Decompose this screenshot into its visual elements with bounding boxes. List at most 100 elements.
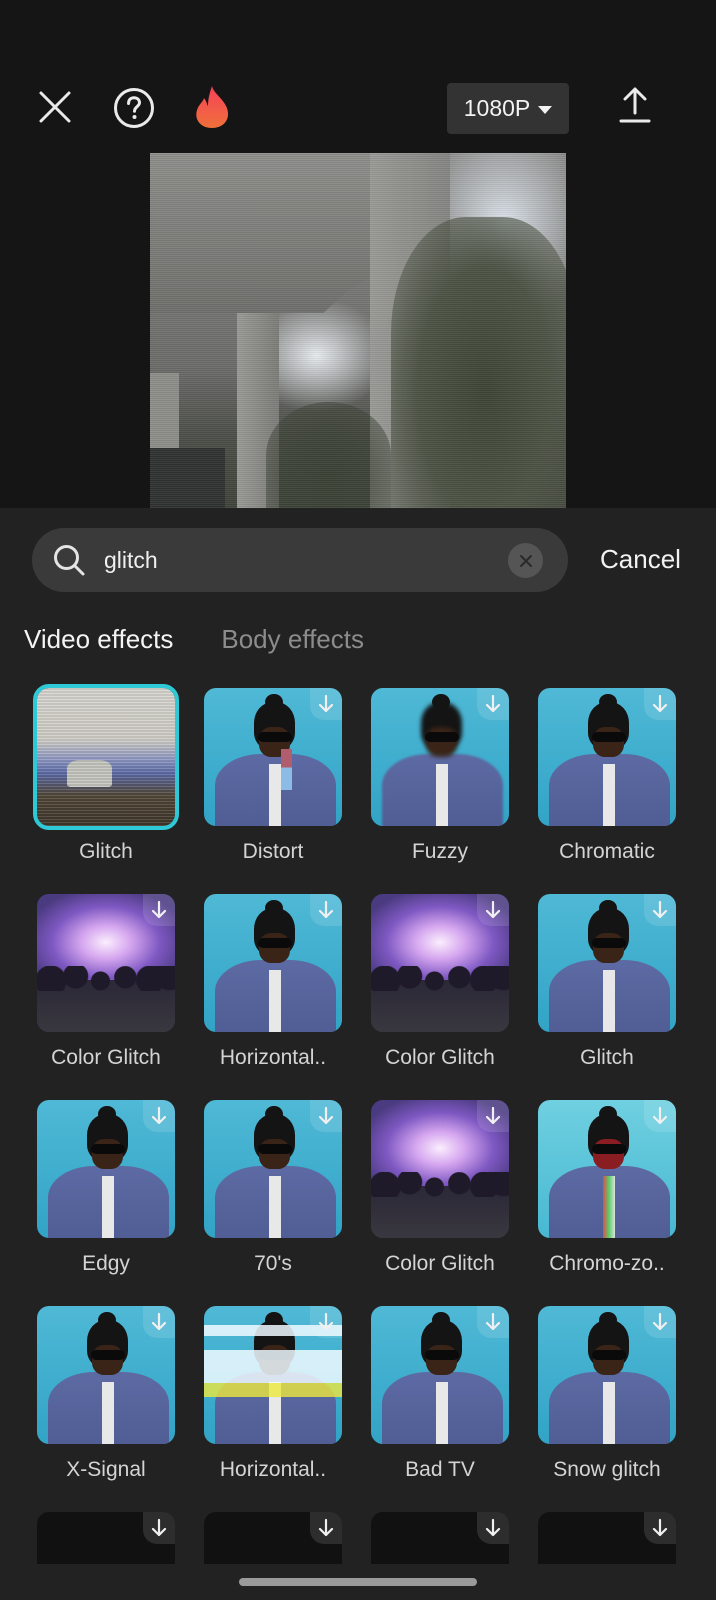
- resolution-label: 1080P: [463, 95, 531, 121]
- upload-icon: [619, 87, 651, 123]
- effect-label: Color Glitch: [385, 1252, 495, 1275]
- effect-label: Edgy: [82, 1252, 130, 1275]
- effect-item[interactable]: Chromo-zo..: [538, 1100, 676, 1306]
- thumb-bun: [97, 1311, 116, 1329]
- effect-item[interactable]: Glitch: [538, 894, 676, 1100]
- close-button[interactable]: [34, 86, 76, 128]
- thumb-bun: [97, 1105, 116, 1123]
- download-badge: [143, 1100, 175, 1132]
- download-badge: [477, 1100, 509, 1132]
- effect-item[interactable]: X-Signal: [37, 1306, 175, 1512]
- thumb-tee: [101, 1381, 115, 1444]
- effect-item[interactable]: Snow glitch: [538, 1306, 676, 1512]
- download-icon: [151, 1312, 167, 1331]
- fire-icon: [196, 86, 229, 128]
- thumb-bun: [264, 693, 283, 711]
- cancel-button[interactable]: Cancel: [600, 544, 681, 575]
- search-icon: [54, 545, 85, 576]
- trending-button[interactable]: [192, 84, 232, 130]
- effect-thumbnail: [37, 1306, 175, 1444]
- effect-item-loading[interactable]: [371, 1512, 509, 1572]
- effects-grid-next-row: [37, 1512, 679, 1572]
- thumb-tee: [268, 763, 282, 826]
- clear-search-button[interactable]: [508, 543, 543, 578]
- effect-item[interactable]: Horizontal..: [204, 894, 342, 1100]
- effect-item[interactable]: Horizontal..: [204, 1306, 342, 1512]
- effect-item[interactable]: Glitch: [33, 684, 179, 894]
- effect-thumbnail: [371, 688, 509, 826]
- effect-thumbnail: [371, 894, 509, 1032]
- thumb-tee: [602, 763, 616, 826]
- effect-thumbnail: [371, 1306, 509, 1444]
- download-icon: [652, 1312, 668, 1331]
- download-badge: [310, 1100, 342, 1132]
- effect-item-loading[interactable]: [204, 1512, 342, 1572]
- thumb-bun: [598, 899, 617, 917]
- effect-item[interactable]: Chromatic: [538, 688, 676, 894]
- download-badge: [477, 688, 509, 720]
- download-icon: [318, 694, 334, 713]
- tab-body-effects[interactable]: Body effects: [221, 624, 364, 655]
- effect-thumbnail: [204, 1100, 342, 1238]
- thumb-bun: [264, 1105, 283, 1123]
- effect-item[interactable]: Edgy: [37, 1100, 175, 1306]
- effect-item[interactable]: 70's: [204, 1100, 342, 1306]
- effect-label: Chromo-zo..: [549, 1252, 665, 1275]
- thumb-glasses: [591, 938, 627, 948]
- thumb-glasses: [424, 732, 460, 742]
- effect-label: Glitch: [580, 1046, 634, 1069]
- search-input[interactable]: [104, 538, 524, 582]
- effect-thumbnail: [37, 894, 175, 1032]
- thumb-glasses: [591, 732, 627, 742]
- thumb-crowd: [371, 965, 509, 991]
- download-badge: [143, 1306, 175, 1338]
- thumb-tee: [602, 969, 616, 1032]
- preview-glitch-noise: [150, 153, 566, 508]
- effect-item[interactable]: Color Glitch: [371, 1100, 509, 1306]
- download-icon: [151, 1106, 167, 1125]
- help-icon: [114, 88, 154, 128]
- home-indicator[interactable]: [239, 1578, 477, 1586]
- effect-item[interactable]: Color Glitch: [371, 894, 509, 1100]
- caret-down-icon: [538, 105, 553, 114]
- effect-label: Color Glitch: [385, 1046, 495, 1069]
- thumb-glitch-band: [204, 1383, 342, 1398]
- effect-thumbnail: [204, 1306, 342, 1444]
- effect-thumbnail: [538, 688, 676, 826]
- effects-panel: Cancel Video effects Body effects Glitch…: [0, 508, 716, 1600]
- download-icon: [485, 1312, 501, 1331]
- thumb-tee: [602, 1175, 616, 1238]
- download-icon: [485, 1106, 501, 1125]
- clear-icon: [519, 554, 532, 567]
- download-badge: [310, 688, 342, 720]
- tab-video-effects[interactable]: Video effects: [24, 624, 173, 655]
- download-icon: [485, 900, 501, 919]
- effect-label: X-Signal: [66, 1458, 146, 1481]
- thumb-bun: [431, 693, 450, 711]
- help-button[interactable]: [112, 86, 156, 130]
- thumb-tee: [268, 1175, 282, 1238]
- download-badge: [143, 894, 175, 926]
- video-preview[interactable]: [150, 153, 566, 508]
- effect-thumbnail: [538, 1306, 676, 1444]
- search-bar[interactable]: [32, 528, 568, 592]
- effect-item[interactable]: Bad TV: [371, 1306, 509, 1512]
- effect-label: Horizontal..: [219, 1458, 327, 1481]
- effect-item[interactable]: Distort: [204, 688, 342, 894]
- effect-thumbnail: [538, 1100, 676, 1238]
- download-icon: [151, 1518, 167, 1537]
- thumb-tee: [435, 763, 449, 826]
- download-badge: [644, 1100, 676, 1132]
- effect-item-loading[interactable]: [37, 1512, 175, 1572]
- download-badge: [644, 1306, 676, 1338]
- effect-thumbnail: [371, 1100, 509, 1238]
- export-button[interactable]: [616, 82, 654, 128]
- effect-item-loading[interactable]: [538, 1512, 676, 1572]
- effect-thumbnail: [538, 1512, 676, 1564]
- download-icon: [652, 1518, 668, 1537]
- download-badge: [310, 1306, 342, 1338]
- effect-item[interactable]: Color Glitch: [37, 894, 175, 1100]
- resolution-dropdown[interactable]: 1080P: [447, 83, 569, 134]
- effect-thumbnail: [37, 1512, 175, 1564]
- effect-item[interactable]: Fuzzy: [371, 688, 509, 894]
